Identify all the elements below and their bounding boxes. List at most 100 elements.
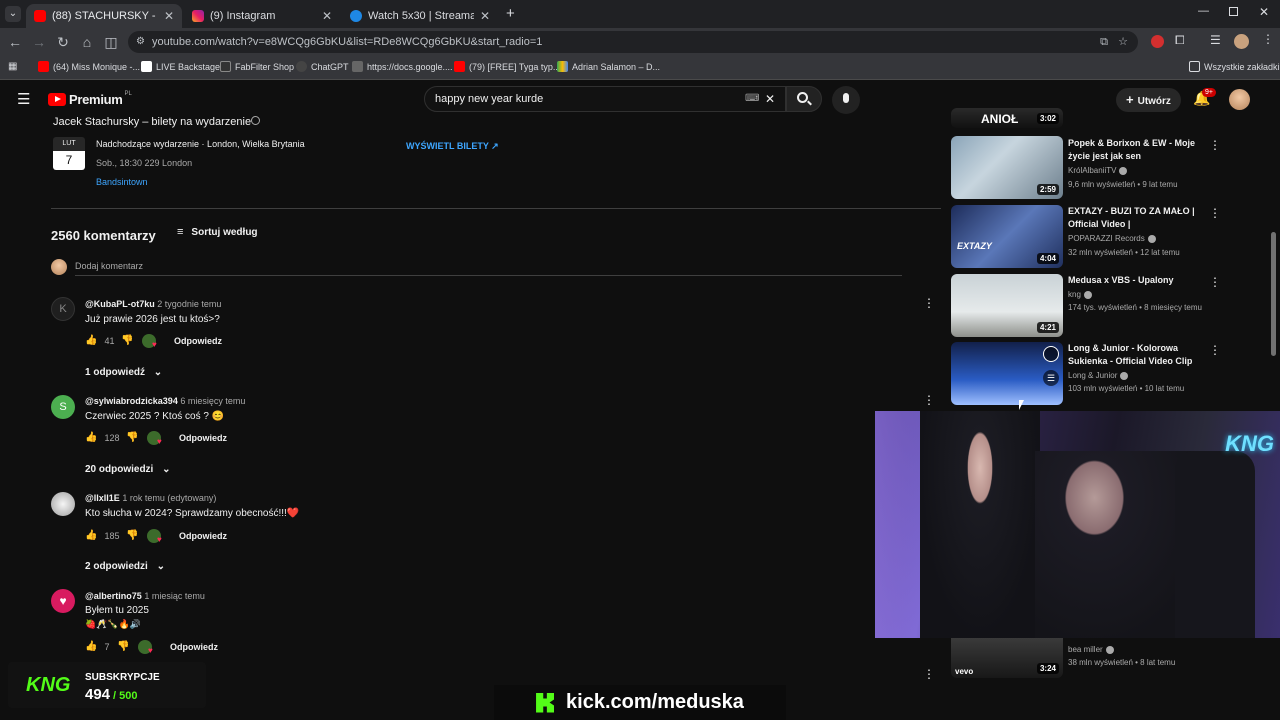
like-action[interactable]: 👍 185	[85, 530, 119, 541]
back-arrow-icon[interactable]: ←	[7, 34, 23, 50]
bookmark-item[interactable]: (79) [FREE] Tyga typ...	[454, 61, 560, 72]
add-comment-input[interactable]: Dodaj komentarz	[75, 261, 143, 271]
split-view-icon[interactable]: ◫	[103, 34, 119, 50]
video-channel[interactable]: bea miller	[1068, 645, 1114, 654]
view-tickets-button[interactable]: WYŚWIETL BILETY ↗	[406, 141, 499, 152]
new-tab-button[interactable]: +	[506, 5, 515, 22]
like-action[interactable]: 👍 128	[85, 432, 119, 443]
site-info-icon[interactable]: ⚙	[136, 31, 145, 53]
view-replies-button[interactable]: 20 odpowiedzi ⌄	[85, 464, 171, 475]
view-replies-button[interactable]: 1 odpowiedź ⌄	[85, 367, 162, 378]
thumbs-down-icon[interactable]: 👎	[126, 530, 138, 541]
reply-button[interactable]: Odpowiedz	[179, 433, 227, 443]
bookmark-item[interactable]: ChatGPT	[296, 61, 349, 72]
video-thumbnail[interactable]: 2:59	[951, 136, 1063, 199]
video-menu-icon[interactable]: ⋮	[1209, 206, 1221, 220]
sort-button[interactable]: ≡ Sortuj według	[177, 226, 258, 238]
video-title[interactable]: Popek & Borixon & EW - Moje życie jest j…	[1068, 137, 1204, 163]
video-menu-icon[interactable]: ⋮	[923, 393, 935, 407]
search-input[interactable]: happy new year kurde ⌨ ✕	[424, 86, 786, 112]
avatar[interactable]: K	[51, 297, 75, 321]
video-thumbnail[interactable]: 4:21	[951, 274, 1063, 337]
video-channel[interactable]: POPARAZZI Records	[1068, 234, 1156, 243]
apps-grid-icon[interactable]: ▦	[8, 61, 17, 72]
video-title[interactable]: Medusa x VBS - Upalony	[1068, 274, 1204, 287]
reload-icon[interactable]: ↻	[55, 34, 71, 50]
hamburger-menu-icon[interactable]: ☰	[17, 90, 30, 108]
video-menu-icon[interactable]: ⋮	[1209, 275, 1221, 289]
all-bookmarks-folder[interactable]: Wszystkie zakładki	[1189, 61, 1280, 72]
forward-arrow-icon[interactable]: →	[31, 34, 47, 50]
video-channel[interactable]: Long & Junior	[1068, 371, 1129, 380]
avatar[interactable]: ♥	[51, 589, 75, 613]
close-tab-icon[interactable]: ✕	[480, 9, 490, 23]
comment-author[interactable]: @sylwiabrodzicka394	[85, 396, 178, 406]
video-menu-icon[interactable]: ⋮	[1209, 138, 1221, 152]
add-to-queue-icon[interactable]: ☰	[1043, 370, 1059, 386]
thumbs-up-icon[interactable]: 👍	[85, 641, 97, 652]
comment-author[interactable]: @albertino75	[85, 591, 142, 601]
tab-streamable[interactable]: Watch 5x30 | Streamable ✕	[342, 4, 498, 28]
thumbs-down-icon[interactable]: 👎	[126, 432, 138, 443]
video-menu-icon[interactable]: ⋮	[1209, 343, 1221, 357]
video-channel[interactable]: KrólAlbaniiTV	[1068, 166, 1128, 175]
video-thumbnail[interactable]: ☰	[951, 342, 1063, 405]
address-bar-input[interactable]: ⚙ youtube.com/watch?v=e8WCQg6GbKU&list=R…	[128, 31, 1138, 53]
minimize-window-icon[interactable]: —	[1198, 5, 1209, 17]
home-icon[interactable]: ⌂	[79, 34, 95, 50]
video-title[interactable]: EXTAZY - BUZI TO ZA MAŁO | Official Vide…	[1068, 205, 1204, 231]
avatar[interactable]	[51, 492, 75, 516]
account-avatar[interactable]	[1229, 89, 1250, 110]
close-window-icon[interactable]: ✕	[1259, 5, 1269, 19]
thumbs-up-icon[interactable]: 👍	[85, 335, 97, 346]
maximize-window-icon[interactable]	[1229, 7, 1238, 16]
video-thumbnail[interactable]: EXTAZY 4:04	[951, 205, 1063, 268]
bookmark-item[interactable]: https://docs.google....	[352, 61, 453, 72]
video-thumbnail[interactable]: vevo 3:24	[951, 638, 1063, 678]
tab-instagram[interactable]: (9) Instagram ✕	[184, 4, 340, 28]
scrollbar[interactable]	[1271, 232, 1276, 356]
bookmark-item[interactable]: (64) Miss Monique -...	[38, 61, 140, 72]
tab-search-list-icon[interactable]: ☰	[1210, 33, 1221, 47]
bookmark-item[interactable]: LIVE Backstage	[141, 61, 220, 72]
voice-search-button[interactable]	[832, 86, 860, 114]
puzzle-extensions-icon[interactable]: ⧠	[1175, 33, 1185, 48]
tab-search-icon[interactable]: ⌄	[5, 6, 21, 22]
search-button[interactable]	[786, 86, 822, 112]
youtube-premium-logo[interactable]: Premium PL	[48, 91, 132, 107]
video-thumbnail[interactable]: ANIOŁ 3:02	[951, 108, 1063, 128]
install-app-icon[interactable]: ⧉	[1100, 31, 1108, 53]
video-channel[interactable]: kng	[1068, 290, 1092, 299]
video-menu-icon[interactable]: ⋮	[923, 667, 935, 681]
bookmark-item[interactable]: Adrian Salamon – D...	[557, 61, 660, 72]
comment-author[interactable]: @llxll1E	[85, 493, 120, 503]
reply-button[interactable]: Odpowiedz	[170, 642, 218, 652]
avatar[interactable]: S	[51, 395, 75, 419]
bookmark-star-icon[interactable]: ☆	[1118, 31, 1128, 53]
profile-avatar[interactable]	[1234, 34, 1249, 49]
info-icon[interactable]	[251, 116, 260, 125]
comment-menu-icon[interactable]: ⋮	[923, 296, 935, 310]
create-button[interactable]: + Utwórz	[1116, 88, 1181, 112]
clear-search-icon[interactable]: ✕	[765, 87, 775, 111]
watch-later-icon[interactable]	[1043, 346, 1059, 362]
close-tab-icon[interactable]: ✕	[164, 9, 174, 23]
bookmark-item[interactable]: FabFilter Shop	[220, 61, 294, 72]
reply-button[interactable]: Odpowiedz	[179, 531, 227, 541]
like-action[interactable]: 👍 7	[85, 641, 109, 652]
event-provider-link[interactable]: Bandsintown	[96, 177, 148, 187]
reply-button[interactable]: Odpowiedz	[174, 336, 222, 346]
keyboard-icon[interactable]: ⌨	[745, 87, 759, 111]
thumbs-up-icon[interactable]: 👍	[85, 530, 97, 541]
view-replies-button[interactable]: 2 odpowiedzi ⌄	[85, 561, 165, 572]
video-title[interactable]: Long & Junior - Kolorowa Sukienka - Offi…	[1068, 342, 1204, 368]
comment-author[interactable]: @KubaPL-ot7ku	[85, 299, 155, 309]
like-action[interactable]: 👍 41	[85, 335, 114, 346]
browser-menu-icon[interactable]: ⋮	[1262, 32, 1274, 46]
tab-youtube[interactable]: (88) STACHURSKY - SZAMPAN ✕	[26, 4, 182, 28]
thumbs-up-icon[interactable]: 👍	[85, 432, 97, 443]
close-tab-icon[interactable]: ✕	[322, 9, 332, 23]
thumbs-down-icon[interactable]: 👎	[121, 335, 133, 346]
thumbs-down-icon[interactable]: 👎	[117, 641, 129, 652]
extension-icon[interactable]	[1151, 35, 1164, 48]
